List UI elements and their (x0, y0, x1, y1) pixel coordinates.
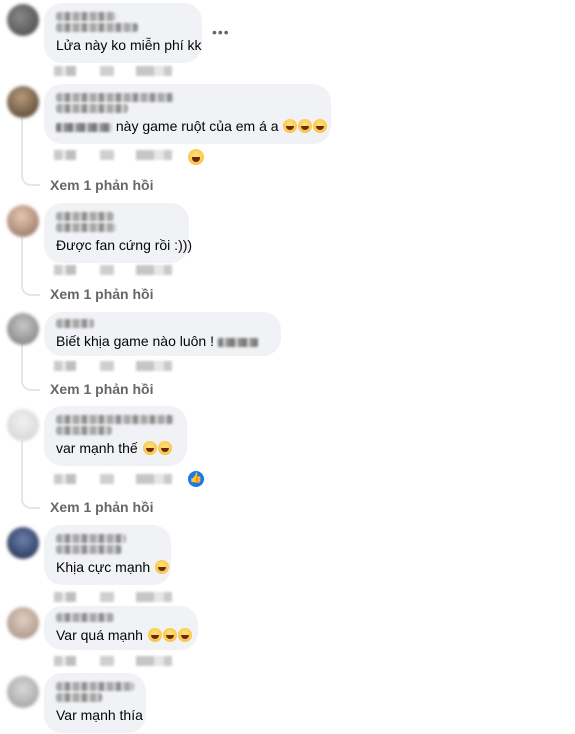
laughing-emoji-icon (283, 119, 298, 133)
comment-bubble: Lửa này ko miễn phí kk (44, 3, 202, 63)
blurred-author-name[interactable] (56, 212, 114, 221)
avatar[interactable] (7, 527, 39, 559)
comment-text-content: var mạnh thế (56, 440, 138, 456)
comment-text-content: Biết khịa game nào luôn ! (56, 333, 214, 349)
laughing-emoji-icon (155, 560, 170, 574)
comment-text: Biết khịa game nào luôn ! (56, 332, 269, 350)
comment-text: Var mạnh thía (56, 707, 143, 723)
comment-actions[interactable] (54, 265, 172, 275)
reply-thread-line (21, 440, 40, 509)
comment-text: Khịa cực mạnh (56, 558, 170, 576)
view-replies-link[interactable]: Xem 1 phản hồi (50, 499, 153, 516)
view-replies-link[interactable]: Xem 1 phản hồi (50, 286, 153, 303)
avatar[interactable] (7, 205, 39, 237)
avatar[interactable] (7, 607, 39, 639)
reply-thread-line (21, 118, 40, 186)
comment-text-content: Var quá mạnh (56, 627, 143, 643)
more-horizontal-icon[interactable]: ••• (212, 24, 230, 40)
avatar[interactable] (7, 4, 39, 36)
view-replies-link[interactable]: Xem 1 phản hồi (50, 177, 153, 194)
comment-actions[interactable] (54, 66, 172, 76)
comment-bubble: Var quá mạnh (44, 606, 198, 650)
comment-text: Lửa này ko miễn phí kk (56, 37, 202, 53)
laughing-emoji-icon (142, 441, 157, 455)
comment-text: này game ruột của em á a (56, 117, 328, 135)
blurred-author-name[interactable] (56, 613, 114, 622)
blurred-author-name[interactable] (56, 682, 134, 691)
reply-thread-line (21, 343, 40, 391)
view-replies-link[interactable]: Xem 1 phản hồi (50, 381, 153, 398)
comment-text: Được fan cứng rồi :))) (56, 237, 193, 253)
comment-bubble: này game ruột của em á a (44, 84, 331, 144)
haha-reaction-icon[interactable] (188, 149, 204, 165)
laughing-emoji-icon (147, 628, 162, 642)
laughing-emoji-icon (157, 441, 172, 455)
laughing-emoji-icon (313, 119, 328, 133)
laughing-emoji-icon (298, 119, 313, 133)
comment-text-content: này game ruột của em á a (115, 118, 279, 134)
laughing-emoji-icon (162, 628, 177, 642)
blurred-author-name[interactable] (56, 223, 116, 232)
blurred-author-name[interactable] (56, 534, 126, 543)
blurred-author-name[interactable] (56, 426, 112, 435)
avatar[interactable] (7, 86, 39, 118)
comment-bubble: Khịa cực mạnh (44, 525, 171, 585)
comment-bubble: var mạnh thế (44, 406, 187, 466)
comment-bubble: Var mạnh thía (44, 673, 146, 733)
blurred-author-name[interactable] (56, 93, 174, 102)
comment-actions[interactable] (54, 150, 172, 160)
blurred-author-name[interactable] (56, 319, 94, 328)
blurred-author-name[interactable] (56, 12, 116, 21)
blurred-mention[interactable] (217, 337, 258, 347)
avatar[interactable] (7, 676, 39, 708)
blurred-author-name[interactable] (56, 104, 128, 113)
blurred-author-name[interactable] (56, 415, 174, 424)
blurred-author-name[interactable] (56, 23, 138, 32)
blurred-author-name[interactable] (56, 545, 122, 554)
comment-bubble: Biết khịa game nào luôn ! (44, 312, 281, 356)
comment-bubble: Được fan cứng rồi :))) (44, 203, 193, 263)
comment-actions[interactable] (54, 656, 172, 666)
comment-actions[interactable] (54, 474, 172, 484)
comment-text-content: Khịa cực mạnh (56, 559, 151, 575)
blurred-mention[interactable] (56, 122, 112, 132)
comment-text: var mạnh thế (56, 439, 175, 457)
comment-actions[interactable] (54, 592, 172, 602)
comment-actions[interactable] (54, 361, 172, 371)
blurred-author-name[interactable] (56, 693, 102, 702)
avatar[interactable] (7, 409, 39, 441)
reply-thread-line (21, 236, 40, 296)
laughing-emoji-icon (177, 628, 192, 642)
comment-text: Var quá mạnh (56, 626, 192, 644)
like-reaction-icon[interactable]: 👍 (188, 471, 204, 487)
avatar[interactable] (7, 313, 39, 345)
